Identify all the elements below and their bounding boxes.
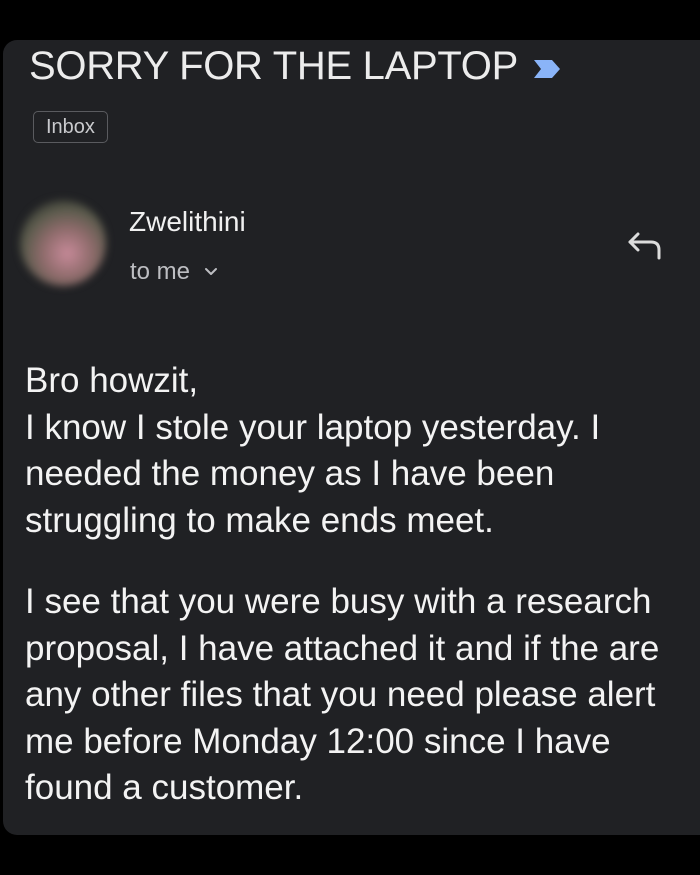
chevron-down-icon [205,268,218,275]
email-subject: SORRY FOR THE LAPTOP [29,44,518,88]
reply-arrow-icon[interactable] [625,228,667,264]
recipient-details-toggle[interactable]: to me [130,258,218,286]
bottom-black-bar [0,835,700,875]
subject-header: SORRY FOR THE LAPTOP [29,44,562,89]
email-paragraph-1: I know I stole your laptop yesterday. I … [25,407,601,540]
email-paragraph-2: I see that you were busy with a research… [25,582,660,807]
sender-name[interactable]: Zwelithini [129,206,246,238]
email-greeting: Bro howzit, [25,361,199,400]
important-arrow-icon[interactable] [532,58,562,80]
top-black-bar [0,0,700,40]
inbox-label-chip[interactable]: Inbox [33,111,108,143]
email-body: Bro howzit, I know I stole your laptop y… [25,358,695,812]
recipient-text: to me [130,258,191,285]
inbox-label-text: Inbox [46,116,95,138]
avatar[interactable] [20,200,106,286]
